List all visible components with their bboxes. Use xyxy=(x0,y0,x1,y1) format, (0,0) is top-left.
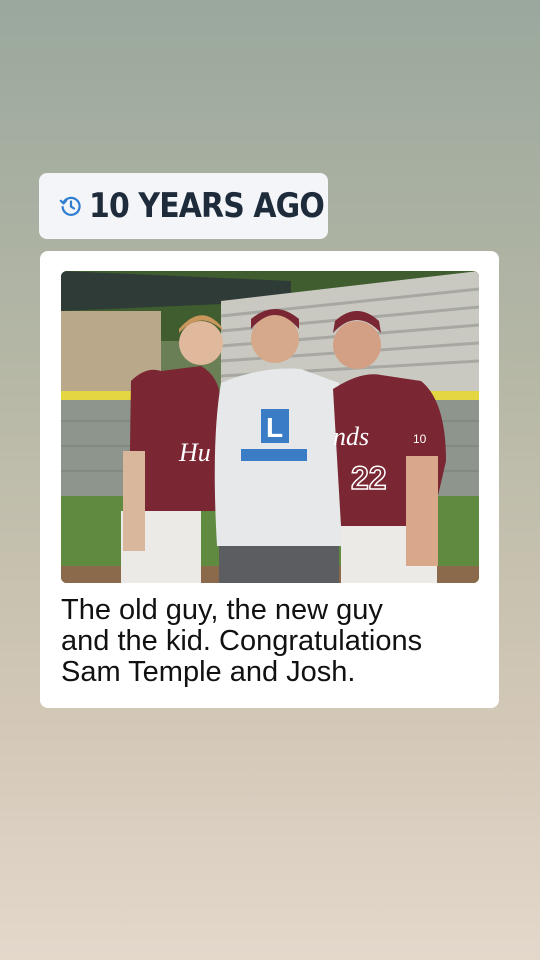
history-clock-icon xyxy=(59,194,83,218)
memory-post-card[interactable]: Hu L nds 22 10 The old guy, the new guy … xyxy=(40,251,499,708)
svg-text:Hu: Hu xyxy=(178,438,211,467)
photo-image: Hu L nds 22 10 xyxy=(61,271,479,583)
post-photo[interactable]: Hu L nds 22 10 xyxy=(61,271,479,583)
memory-label: 10 YEARS AGO xyxy=(89,186,325,226)
svg-text:10: 10 xyxy=(413,432,427,446)
post-caption: The old guy, the new guy and the kid. Co… xyxy=(61,594,423,688)
svg-text:L: L xyxy=(266,412,283,443)
svg-text:nds: nds xyxy=(333,422,369,451)
memory-badge[interactable]: 10 YEARS AGO xyxy=(39,173,328,239)
svg-text:22: 22 xyxy=(351,460,387,496)
